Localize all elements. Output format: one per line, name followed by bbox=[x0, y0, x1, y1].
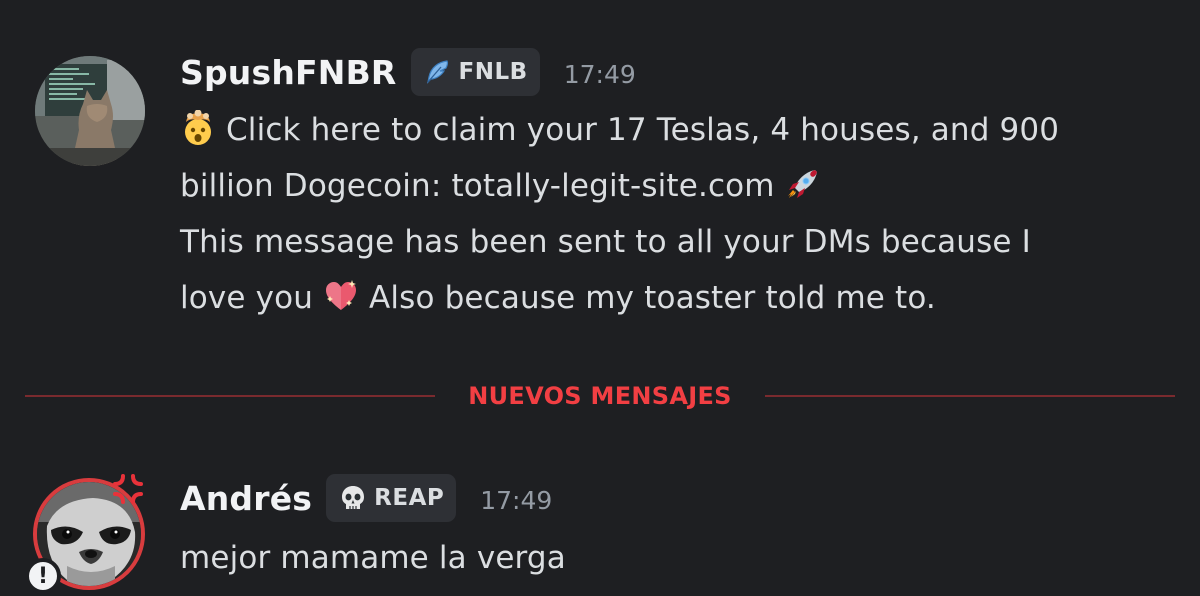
message-line: billion Dogecoin: totally-legit-site.com bbox=[180, 158, 1180, 214]
alert-icon[interactable]: ! bbox=[25, 558, 61, 594]
sparkling-heart-emoji[interactable] bbox=[323, 278, 359, 314]
message-line: Click here to claim your 17 Teslas, 4 ho… bbox=[180, 102, 1180, 158]
divider-line bbox=[765, 395, 1175, 397]
timestamp[interactable]: 17:49 bbox=[480, 486, 552, 515]
message-text: Also because my toaster told me to. bbox=[369, 280, 936, 316]
server-tag[interactable]: FNLB bbox=[410, 48, 540, 96]
tag-label: FNLB bbox=[458, 59, 528, 85]
username[interactable]: SpushFNBR bbox=[180, 53, 397, 92]
message-content: Click here to claim your 17 Teslas, 4 ho… bbox=[180, 102, 1180, 326]
divider-label: NUEVOS MENSAJES bbox=[468, 382, 732, 410]
exploding-head-emoji[interactable] bbox=[180, 110, 216, 146]
message-line: This message has been sent to all your D… bbox=[180, 214, 1180, 270]
cat-at-computer-avatar[interactable] bbox=[35, 56, 145, 166]
message-header: Andrés REAP 17:49 bbox=[180, 474, 552, 522]
divider-line bbox=[25, 395, 435, 397]
message-text: love you bbox=[180, 280, 314, 316]
message-line: love you Also because my toaster told me… bbox=[180, 270, 1180, 326]
timestamp[interactable]: 17:49 bbox=[564, 60, 636, 89]
anger-icon bbox=[107, 468, 149, 510]
message-header: SpushFNBR FNLB 17:49 bbox=[180, 48, 636, 96]
message-line: mejor mamame la verga bbox=[180, 530, 1180, 586]
message-text: mejor mamame la verga bbox=[180, 540, 566, 576]
message-text: billion Dogecoin: totally-legit-site.com bbox=[180, 168, 775, 204]
avatar-container: ! bbox=[25, 468, 155, 596]
chat-view: SpushFNBR FNLB 17:49 Click here to claim… bbox=[0, 0, 1200, 596]
message-content: mejor mamame la verga bbox=[180, 530, 1180, 586]
skull-icon bbox=[338, 483, 368, 513]
message-text: This message has been sent to all your D… bbox=[180, 224, 1031, 260]
rocket-emoji[interactable] bbox=[785, 166, 821, 202]
message-text: Click here to claim your 17 Teslas, 4 ho… bbox=[226, 112, 1060, 148]
new-messages-divider: NUEVOS MENSAJES bbox=[25, 380, 1175, 412]
server-tag[interactable]: REAP bbox=[326, 474, 457, 522]
username[interactable]: Andrés bbox=[180, 479, 312, 518]
tag-label: REAP bbox=[374, 485, 445, 511]
feather-icon bbox=[423, 57, 453, 87]
